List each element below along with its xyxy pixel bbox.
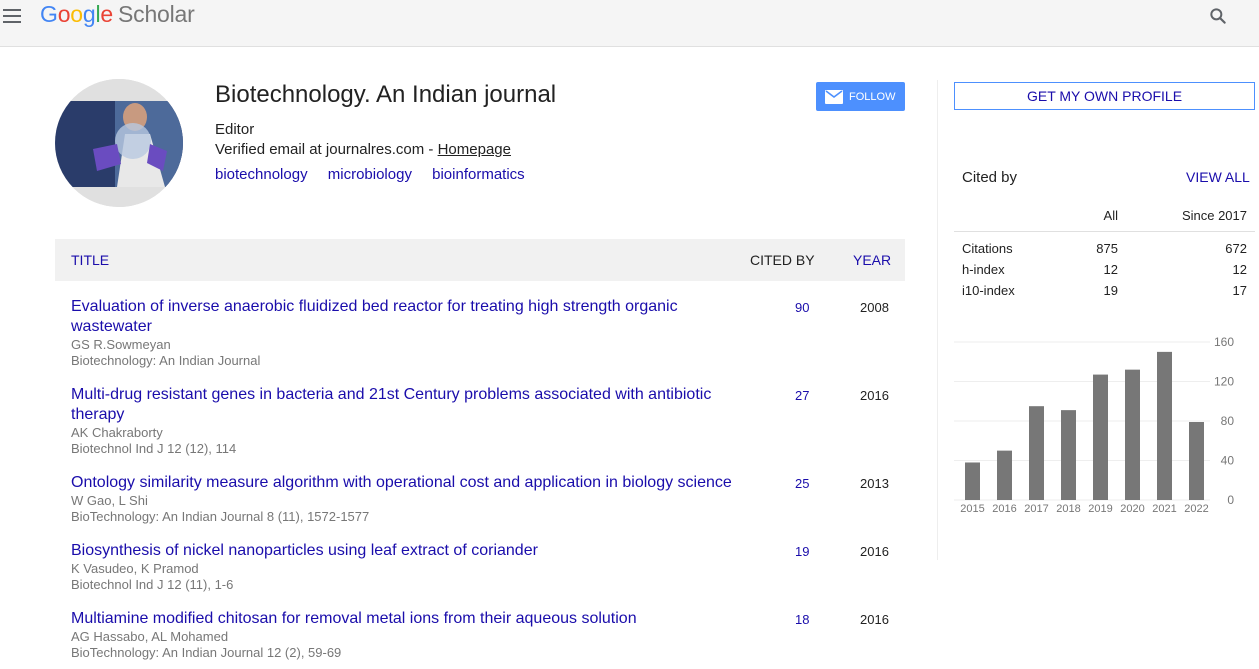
get-my-own-profile-button[interactable]: GET MY OWN PROFILE [954,82,1255,110]
article-authors: AK Chakraborty [71,425,163,440]
cited-by-count[interactable]: 25 [795,476,809,491]
profile-name: Biotechnology. An Indian journal [215,81,557,108]
x-tick-label: 2015 [960,503,984,515]
chart-bar[interactable] [1093,374,1108,500]
homepage-link[interactable]: Homepage [438,141,511,158]
chart-bar[interactable] [1125,369,1140,500]
citation-stats-table: All Since 2017 Citations 875 672 h-index… [954,198,1255,298]
stats-row: i10-index 19 17 [954,274,1255,298]
hamburger-menu-icon[interactable] [3,9,21,23]
stats-row: Citations 875 672 [954,232,1255,256]
follow-label: FOLLOW [849,90,896,103]
article-title-link[interactable]: Evaluation of inverse anaerobic fluidize… [71,297,741,337]
stats-header-row: All Since 2017 [954,198,1255,232]
column-divider [937,80,938,560]
metric-since: 17 [1232,283,1247,298]
cited-by-count[interactable]: 18 [795,612,809,627]
cited-by-count[interactable]: 19 [795,544,809,559]
metric-label: i10-index [962,283,1015,298]
y-tick-label: 160 [1214,335,1234,349]
article-authors: K Vasudeo, K Pramod [71,561,199,576]
article-authors: AG Hassabo, AL Mohamed [71,629,229,644]
col-all: All [1103,208,1118,223]
sort-by-title[interactable]: TITLE [71,252,109,268]
stats-row: h-index 12 12 [954,253,1255,277]
x-tick-label: 2020 [1120,503,1144,515]
articles-table-header: TITLE CITED BY YEAR [55,239,905,281]
chart-bar[interactable] [1061,410,1076,500]
cited-by-count[interactable]: 27 [795,388,809,403]
y-tick-label: 40 [1221,454,1235,468]
chart-bar[interactable] [1157,351,1172,500]
google-scholar-logo[interactable]: Google Scholar [40,0,195,28]
mail-icon [825,89,843,104]
y-tick-label: 80 [1221,414,1235,428]
view-all-link[interactable]: VIEW ALL [1186,169,1250,185]
avatar-photo [55,79,183,207]
chart-bar[interactable] [965,462,980,500]
citations-per-year-chart: 0 40 80 120 160 2015 2016 2017 2018 2019 2020 2021 2… [954,335,1235,515]
interest-link[interactable]: bioinformatics [432,166,525,183]
follow-button[interactable]: FOLLOW [816,82,905,111]
interest-link[interactable]: microbiology [328,166,412,183]
article-title-link[interactable]: Multi-drug resistant genes in bacteria a… [71,385,741,425]
chart-bar[interactable] [997,450,1012,500]
x-tick-label: 2021 [1152,503,1176,515]
article-venue: Biotechnol Ind J 12 (12), 114 [71,441,237,456]
article-year: 2016 [860,544,889,559]
y-tick-label: 120 [1214,375,1234,389]
x-tick-label: 2016 [992,503,1016,515]
article-year: 2016 [860,612,889,627]
x-tick-label: 2022 [1184,503,1208,515]
x-tick-label: 2019 [1088,503,1112,515]
top-app-bar: Google Scholar [0,0,1259,47]
y-tick-label: 0 [1227,493,1234,507]
profile-affiliation: Editor [215,121,255,138]
interest-link[interactable]: biotechnology [215,166,308,183]
x-tick-label: 2017 [1024,503,1048,515]
chart-bar[interactable] [1189,421,1204,500]
col-since: Since 2017 [1181,208,1247,223]
article-year: 2008 [860,300,889,315]
cited-by-heading: Cited by [962,169,1018,186]
article-year: 2016 [860,388,889,403]
profile-email: Verified email at journalres.com - Homep… [215,141,511,158]
article-venue: Biotechnol Ind J 12 (11), 1-6 [71,577,234,592]
article-year: 2013 [860,476,889,491]
sort-by-cited[interactable]: CITED BY [750,252,815,268]
verified-email-text: Verified email at journalres.com - [215,141,438,158]
article-title-link[interactable]: Multiamine modified chitosan for removal… [71,609,741,629]
metric-all: 19 [1103,283,1118,298]
article-title-link[interactable]: Ontology similarity measure algorithm wi… [71,473,741,493]
cited-by-count[interactable]: 90 [795,300,809,315]
search-icon[interactable] [1208,6,1228,26]
profile-avatar [55,79,183,207]
article-authors: GS R.Sowmeyan [71,337,171,352]
x-tick-label: 2018 [1056,503,1080,515]
research-interests: biotechnology microbiology bioinformatic… [215,166,541,183]
article-venue: Biotechnology: An Indian Journal [71,353,261,368]
sort-by-year[interactable]: YEAR [853,252,891,268]
chart-bar[interactable] [1029,406,1044,500]
article-venue: BioTechnology: An Indian Journal 12 (2),… [71,645,342,660]
article-venue: BioTechnology: An Indian Journal 8 (11),… [71,509,370,524]
article-authors: W Gao, L Shi [71,493,148,508]
article-title-link[interactable]: Biosynthesis of nickel nanoparticles usi… [71,541,741,561]
